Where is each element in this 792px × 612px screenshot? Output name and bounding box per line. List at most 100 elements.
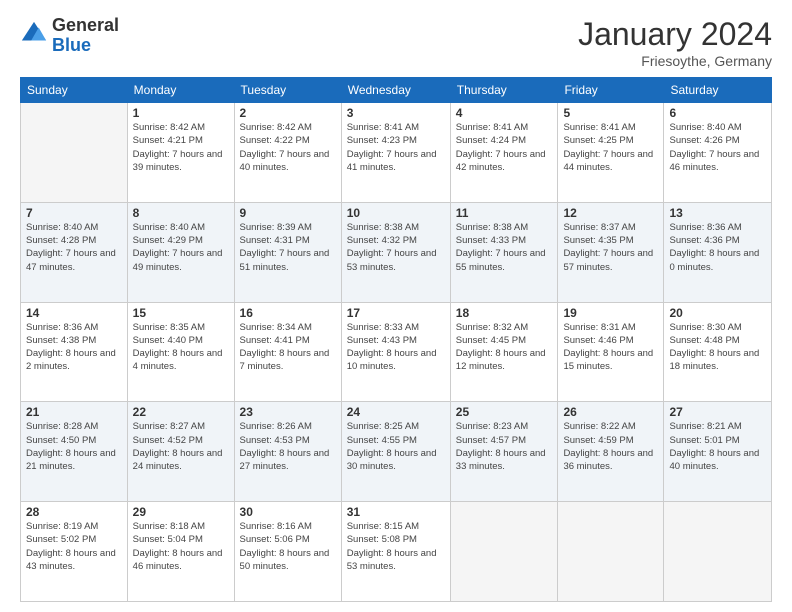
calendar-cell: 3Sunrise: 8:41 AMSunset: 4:23 PMDaylight… — [341, 103, 450, 203]
calendar-cell: 16Sunrise: 8:34 AMSunset: 4:41 PMDayligh… — [234, 302, 341, 402]
day-info: Sunrise: 8:41 AMSunset: 4:23 PMDaylight:… — [347, 121, 445, 174]
calendar-cell: 2Sunrise: 8:42 AMSunset: 4:22 PMDaylight… — [234, 103, 341, 203]
day-number: 4 — [456, 106, 553, 120]
day-info: Sunrise: 8:42 AMSunset: 4:22 PMDaylight:… — [240, 121, 336, 174]
calendar-cell — [664, 502, 772, 602]
calendar-cell: 20Sunrise: 8:30 AMSunset: 4:48 PMDayligh… — [664, 302, 772, 402]
calendar-cell: 24Sunrise: 8:25 AMSunset: 4:55 PMDayligh… — [341, 402, 450, 502]
calendar-title: January 2024 — [578, 16, 772, 53]
calendar-cell: 31Sunrise: 8:15 AMSunset: 5:08 PMDayligh… — [341, 502, 450, 602]
day-info: Sunrise: 8:40 AMSunset: 4:28 PMDaylight:… — [26, 221, 122, 274]
calendar-cell: 23Sunrise: 8:26 AMSunset: 4:53 PMDayligh… — [234, 402, 341, 502]
calendar-cell: 22Sunrise: 8:27 AMSunset: 4:52 PMDayligh… — [127, 402, 234, 502]
calendar-cell — [450, 502, 558, 602]
col-friday: Friday — [558, 78, 664, 103]
calendar-cell: 18Sunrise: 8:32 AMSunset: 4:45 PMDayligh… — [450, 302, 558, 402]
day-info: Sunrise: 8:18 AMSunset: 5:04 PMDaylight:… — [133, 520, 229, 573]
day-number: 16 — [240, 306, 336, 320]
calendar-cell: 26Sunrise: 8:22 AMSunset: 4:59 PMDayligh… — [558, 402, 664, 502]
day-number: 30 — [240, 505, 336, 519]
logo-text: General Blue — [52, 16, 119, 56]
calendar-cell: 10Sunrise: 8:38 AMSunset: 4:32 PMDayligh… — [341, 202, 450, 302]
day-number: 7 — [26, 206, 122, 220]
calendar-cell: 25Sunrise: 8:23 AMSunset: 4:57 PMDayligh… — [450, 402, 558, 502]
table-row: 28Sunrise: 8:19 AMSunset: 5:02 PMDayligh… — [21, 502, 772, 602]
calendar-cell: 8Sunrise: 8:40 AMSunset: 4:29 PMDaylight… — [127, 202, 234, 302]
day-number: 2 — [240, 106, 336, 120]
day-info: Sunrise: 8:21 AMSunset: 5:01 PMDaylight:… — [669, 420, 766, 473]
day-info: Sunrise: 8:40 AMSunset: 4:29 PMDaylight:… — [133, 221, 229, 274]
table-row: 14Sunrise: 8:36 AMSunset: 4:38 PMDayligh… — [21, 302, 772, 402]
day-number: 21 — [26, 405, 122, 419]
table-row: 7Sunrise: 8:40 AMSunset: 4:28 PMDaylight… — [21, 202, 772, 302]
day-info: Sunrise: 8:38 AMSunset: 4:33 PMDaylight:… — [456, 221, 553, 274]
calendar-cell: 29Sunrise: 8:18 AMSunset: 5:04 PMDayligh… — [127, 502, 234, 602]
day-number: 3 — [347, 106, 445, 120]
calendar-cell: 17Sunrise: 8:33 AMSunset: 4:43 PMDayligh… — [341, 302, 450, 402]
day-number: 9 — [240, 206, 336, 220]
calendar-cell: 13Sunrise: 8:36 AMSunset: 4:36 PMDayligh… — [664, 202, 772, 302]
logo-general: General — [52, 16, 119, 36]
calendar-cell: 15Sunrise: 8:35 AMSunset: 4:40 PMDayligh… — [127, 302, 234, 402]
day-number: 31 — [347, 505, 445, 519]
calendar-cell: 28Sunrise: 8:19 AMSunset: 5:02 PMDayligh… — [21, 502, 128, 602]
calendar-cell: 21Sunrise: 8:28 AMSunset: 4:50 PMDayligh… — [21, 402, 128, 502]
day-number: 13 — [669, 206, 766, 220]
calendar-subtitle: Friesoythe, Germany — [578, 53, 772, 69]
day-info: Sunrise: 8:35 AMSunset: 4:40 PMDaylight:… — [133, 321, 229, 374]
table-row: 1Sunrise: 8:42 AMSunset: 4:21 PMDaylight… — [21, 103, 772, 203]
day-info: Sunrise: 8:15 AMSunset: 5:08 PMDaylight:… — [347, 520, 445, 573]
day-number: 8 — [133, 206, 229, 220]
day-info: Sunrise: 8:37 AMSunset: 4:35 PMDaylight:… — [563, 221, 658, 274]
day-info: Sunrise: 8:40 AMSunset: 4:26 PMDaylight:… — [669, 121, 766, 174]
day-number: 29 — [133, 505, 229, 519]
day-number: 15 — [133, 306, 229, 320]
day-number: 24 — [347, 405, 445, 419]
title-block: January 2024 Friesoythe, Germany — [578, 16, 772, 69]
day-info: Sunrise: 8:39 AMSunset: 4:31 PMDaylight:… — [240, 221, 336, 274]
calendar-cell: 11Sunrise: 8:38 AMSunset: 4:33 PMDayligh… — [450, 202, 558, 302]
calendar-cell: 1Sunrise: 8:42 AMSunset: 4:21 PMDaylight… — [127, 103, 234, 203]
day-info: Sunrise: 8:23 AMSunset: 4:57 PMDaylight:… — [456, 420, 553, 473]
day-info: Sunrise: 8:42 AMSunset: 4:21 PMDaylight:… — [133, 121, 229, 174]
day-number: 1 — [133, 106, 229, 120]
col-thursday: Thursday — [450, 78, 558, 103]
day-info: Sunrise: 8:19 AMSunset: 5:02 PMDaylight:… — [26, 520, 122, 573]
calendar-cell: 19Sunrise: 8:31 AMSunset: 4:46 PMDayligh… — [558, 302, 664, 402]
day-number: 20 — [669, 306, 766, 320]
calendar-cell: 14Sunrise: 8:36 AMSunset: 4:38 PMDayligh… — [21, 302, 128, 402]
calendar-table: Sunday Monday Tuesday Wednesday Thursday… — [20, 77, 772, 602]
page: General Blue January 2024 Friesoythe, Ge… — [0, 0, 792, 612]
day-number: 23 — [240, 405, 336, 419]
logo-icon — [20, 20, 48, 48]
day-info: Sunrise: 8:34 AMSunset: 4:41 PMDaylight:… — [240, 321, 336, 374]
calendar-cell — [558, 502, 664, 602]
calendar-cell: 5Sunrise: 8:41 AMSunset: 4:25 PMDaylight… — [558, 103, 664, 203]
day-number: 11 — [456, 206, 553, 220]
logo: General Blue — [20, 16, 119, 56]
day-info: Sunrise: 8:36 AMSunset: 4:36 PMDaylight:… — [669, 221, 766, 274]
day-info: Sunrise: 8:33 AMSunset: 4:43 PMDaylight:… — [347, 321, 445, 374]
day-number: 14 — [26, 306, 122, 320]
col-sunday: Sunday — [21, 78, 128, 103]
day-number: 18 — [456, 306, 553, 320]
logo-blue: Blue — [52, 36, 119, 56]
day-info: Sunrise: 8:25 AMSunset: 4:55 PMDaylight:… — [347, 420, 445, 473]
day-number: 27 — [669, 405, 766, 419]
day-info: Sunrise: 8:27 AMSunset: 4:52 PMDaylight:… — [133, 420, 229, 473]
col-saturday: Saturday — [664, 78, 772, 103]
day-info: Sunrise: 8:38 AMSunset: 4:32 PMDaylight:… — [347, 221, 445, 274]
day-number: 17 — [347, 306, 445, 320]
calendar-cell: 4Sunrise: 8:41 AMSunset: 4:24 PMDaylight… — [450, 103, 558, 203]
calendar-cell — [21, 103, 128, 203]
day-number: 5 — [563, 106, 658, 120]
calendar-cell: 7Sunrise: 8:40 AMSunset: 4:28 PMDaylight… — [21, 202, 128, 302]
day-number: 22 — [133, 405, 229, 419]
day-info: Sunrise: 8:26 AMSunset: 4:53 PMDaylight:… — [240, 420, 336, 473]
day-info: Sunrise: 8:36 AMSunset: 4:38 PMDaylight:… — [26, 321, 122, 374]
day-number: 26 — [563, 405, 658, 419]
table-row: 21Sunrise: 8:28 AMSunset: 4:50 PMDayligh… — [21, 402, 772, 502]
col-wednesday: Wednesday — [341, 78, 450, 103]
col-tuesday: Tuesday — [234, 78, 341, 103]
calendar-cell: 6Sunrise: 8:40 AMSunset: 4:26 PMDaylight… — [664, 103, 772, 203]
